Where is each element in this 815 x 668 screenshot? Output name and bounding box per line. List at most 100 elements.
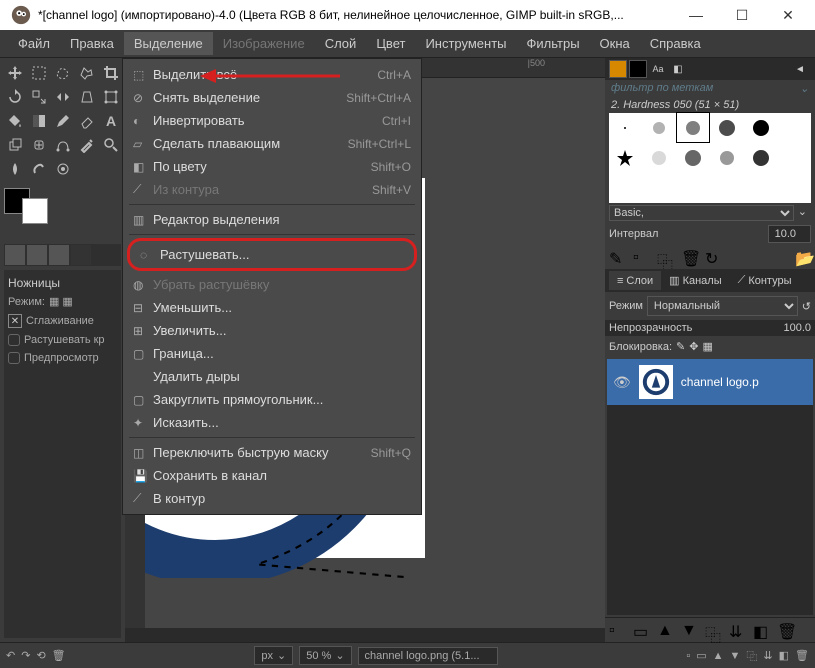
refresh-icon[interactable]: ↻ bbox=[705, 249, 721, 265]
menu-color[interactable]: Цвет bbox=[366, 32, 415, 55]
scrollbar-horizontal[interactable] bbox=[125, 628, 605, 642]
dd-invert[interactable]: ◐ИнвертироватьCtrl+I bbox=[123, 109, 421, 132]
sb-icon[interactable]: 🗑 bbox=[795, 649, 809, 662]
lock-alpha-icon[interactable]: ▦ bbox=[702, 340, 712, 353]
unit-select[interactable]: px ⌄ bbox=[254, 646, 293, 665]
zoom-select[interactable]: 50 % ⌄ bbox=[299, 646, 351, 665]
dd-by-color[interactable]: ◧По цветуShift+O bbox=[123, 155, 421, 178]
brush-item[interactable] bbox=[643, 113, 676, 142]
brush-item[interactable] bbox=[710, 143, 743, 172]
tool-move[interactable] bbox=[4, 62, 26, 84]
tool-free-select[interactable] bbox=[52, 62, 74, 84]
tab-menu-icon[interactable]: ◄ bbox=[791, 60, 809, 78]
tool-clone[interactable] bbox=[4, 134, 26, 156]
group-icon[interactable]: ▭ bbox=[633, 622, 649, 638]
tool-dodge[interactable] bbox=[52, 158, 74, 180]
maximize-button[interactable]: ☐ bbox=[719, 0, 765, 30]
tool-fuzzy-select[interactable] bbox=[76, 62, 98, 84]
tool-zoom[interactable] bbox=[100, 134, 122, 156]
menu-tools[interactable]: Инструменты bbox=[415, 32, 516, 55]
brush-item[interactable] bbox=[778, 143, 811, 172]
layer-name[interactable]: channel logo.p bbox=[681, 375, 759, 389]
dd-select-none[interactable]: ⊘Снять выделениеShift+Ctrl+A bbox=[123, 86, 421, 109]
tool-scale[interactable] bbox=[28, 86, 50, 108]
opt-feather[interactable]: Растушевать кр bbox=[8, 331, 117, 349]
brush-item[interactable] bbox=[643, 143, 676, 172]
tool-heal[interactable] bbox=[28, 134, 50, 156]
tool-flip[interactable] bbox=[52, 86, 74, 108]
chevron-down-icon[interactable]: ⌄ bbox=[794, 205, 811, 221]
open-icon[interactable]: 📂 bbox=[795, 249, 811, 265]
redo-icon[interactable]: ↷ bbox=[21, 649, 30, 662]
filter-row[interactable]: фильтр по меткам ⌄ bbox=[605, 80, 815, 97]
opt-preview[interactable]: Предпросмотр bbox=[8, 349, 117, 367]
checkbox-icon[interactable] bbox=[8, 352, 20, 364]
down-icon[interactable]: ▼ bbox=[681, 622, 697, 638]
tool-paths[interactable] bbox=[52, 134, 74, 156]
dd-border[interactable]: ▢Граница... bbox=[123, 342, 421, 365]
new-icon[interactable]: ▫ bbox=[633, 249, 649, 265]
tab-patterns[interactable] bbox=[629, 60, 647, 78]
visibility-icon[interactable]: 👁 bbox=[613, 374, 631, 391]
interval-value[interactable]: 10.0 bbox=[768, 225, 811, 243]
tool-eraser[interactable] bbox=[76, 110, 98, 132]
menu-file[interactable]: Файл bbox=[8, 32, 60, 55]
brush-item[interactable] bbox=[744, 143, 777, 172]
opacity-value[interactable]: 100.0 bbox=[783, 322, 811, 334]
minimize-button[interactable]: — bbox=[673, 0, 719, 30]
dd-selection-editor[interactable]: ▥Редактор выделения bbox=[123, 208, 421, 231]
brush-item[interactable] bbox=[609, 113, 642, 142]
undo-icon[interactable]: ↶ bbox=[6, 649, 15, 662]
mode-icons[interactable]: ▦ ▦ bbox=[49, 295, 73, 308]
brush-item[interactable] bbox=[778, 113, 811, 142]
tab-paths[interactable]: ⟋ Контуры bbox=[730, 271, 800, 290]
dup-icon[interactable]: ⿻ bbox=[657, 249, 673, 265]
delete-layer-icon[interactable]: 🗑 bbox=[777, 622, 793, 638]
del-icon[interactable]: 🗑 bbox=[681, 249, 697, 265]
dock-tab-4[interactable] bbox=[71, 245, 91, 265]
sb-icon[interactable]: ◧ bbox=[779, 649, 789, 662]
tool-pencil[interactable] bbox=[52, 110, 74, 132]
menu-select[interactable]: Выделение bbox=[124, 32, 213, 55]
dd-distort[interactable]: ✦Исказить... bbox=[123, 411, 421, 434]
opacity-row[interactable]: Непрозрачность 100.0 bbox=[605, 320, 815, 336]
tool-crop[interactable] bbox=[100, 62, 122, 84]
tool-rect-select[interactable] bbox=[28, 62, 50, 84]
tool-picker[interactable] bbox=[76, 134, 98, 156]
lock-position-icon[interactable]: ✥ bbox=[689, 340, 698, 353]
dd-save-channel[interactable]: 💾Сохранить в канал bbox=[123, 464, 421, 487]
new-layer-icon[interactable]: ▫ bbox=[609, 622, 625, 638]
tool-cage[interactable] bbox=[100, 86, 122, 108]
tool-blur[interactable] bbox=[4, 158, 26, 180]
blend-mode-select[interactable]: Нормальный bbox=[647, 296, 798, 316]
menu-help[interactable]: Справка bbox=[640, 32, 711, 55]
menu-image[interactable]: Изображение bbox=[213, 32, 315, 55]
tab-layers[interactable]: ≡ Слои bbox=[609, 271, 661, 290]
tab-channels[interactable]: ▥ Каналы bbox=[661, 271, 729, 290]
sb-icon[interactable]: ▫ bbox=[686, 650, 690, 662]
up-icon[interactable]: ▲ bbox=[657, 622, 673, 638]
tab-history[interactable]: ◧ bbox=[669, 60, 687, 78]
tab-fonts[interactable]: Aa bbox=[649, 60, 667, 78]
tab-brushes[interactable] bbox=[609, 60, 627, 78]
layer-item[interactable]: 👁 channel logo.p bbox=[607, 359, 813, 405]
edit-icon[interactable]: ✎ bbox=[609, 249, 625, 265]
reset-icon[interactable]: ⟲ bbox=[36, 649, 45, 662]
tool-gradient[interactable] bbox=[28, 110, 50, 132]
brush-item[interactable] bbox=[677, 143, 710, 172]
merge-icon[interactable]: ⇊ bbox=[729, 622, 745, 638]
tool-text[interactable]: A bbox=[100, 110, 122, 132]
dd-to-path[interactable]: ⟋В контур bbox=[123, 487, 421, 510]
menu-layer[interactable]: Слой bbox=[315, 32, 367, 55]
menu-filters[interactable]: Фильтры bbox=[517, 32, 590, 55]
dock-tab-1[interactable] bbox=[5, 245, 25, 265]
opt-antialias[interactable]: ✕ Сглаживание bbox=[8, 311, 117, 331]
brush-item-selected[interactable] bbox=[677, 113, 710, 142]
sb-icon[interactable]: ⿻ bbox=[746, 648, 757, 664]
dup-layer-icon[interactable]: ⿻ bbox=[705, 622, 721, 638]
dd-grow[interactable]: ⊞Увеличить... bbox=[123, 319, 421, 342]
menu-windows[interactable]: Окна bbox=[590, 32, 640, 55]
close-icon[interactable]: ✕ bbox=[8, 314, 22, 328]
sb-icon[interactable]: ⇊ bbox=[763, 649, 772, 662]
brush-item[interactable] bbox=[710, 113, 743, 142]
